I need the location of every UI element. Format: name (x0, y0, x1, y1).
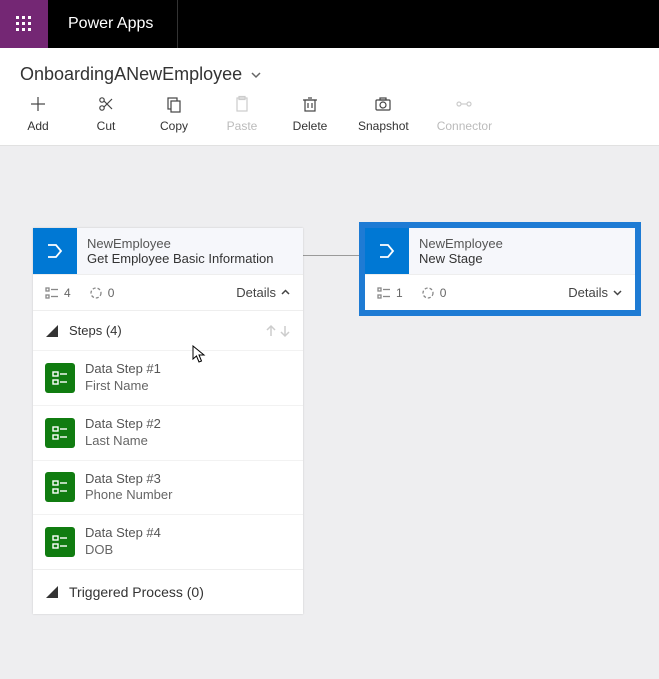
duration-count: 0 (440, 286, 447, 300)
chevron-up-icon (280, 287, 291, 298)
designer-canvas[interactable]: NewEmployee Get Employee Basic Informati… (0, 146, 659, 679)
cut-label: Cut (97, 119, 116, 133)
arrow-down-icon (279, 324, 291, 338)
stage-name: New Stage (419, 251, 625, 266)
connector-button: Connector (437, 95, 492, 133)
breadcrumb[interactable]: OnboardingANewEmployee (0, 48, 659, 95)
form-icon (45, 472, 75, 502)
step-text: Data Step #1 First Name (85, 361, 161, 395)
step-text: Data Step #3 Phone Number (85, 471, 172, 505)
rotation-icon (421, 286, 435, 300)
form-icon (45, 527, 75, 557)
process-name: OnboardingANewEmployee (20, 64, 242, 85)
scissors-icon (97, 95, 115, 113)
camera-icon (374, 95, 392, 113)
stage-connector-line (303, 255, 365, 256)
list-icon (45, 286, 59, 300)
add-label: Add (27, 119, 48, 133)
stage-card-1[interactable]: NewEmployee Get Employee Basic Informati… (33, 228, 303, 614)
trash-icon (301, 95, 319, 113)
step-text: Data Step #2 Last Name (85, 416, 161, 450)
chevron-down-icon (612, 287, 623, 298)
arrow-up-icon (265, 324, 277, 338)
toolbar: Add Cut Copy Paste Delete Snapshot Conne… (0, 95, 659, 146)
stage-header[interactable]: NewEmployee New Stage (365, 228, 635, 274)
connector-icon (455, 95, 473, 113)
paste-button: Paste (222, 95, 262, 133)
triangle-icon (45, 585, 59, 599)
copy-button[interactable]: Copy (154, 95, 194, 133)
snapshot-button[interactable]: Snapshot (358, 95, 409, 133)
steps-count: 4 (64, 286, 71, 300)
stage-meta-row: 4 0 Details (33, 274, 303, 310)
steps-count-item: 4 (45, 286, 71, 300)
list-icon (377, 286, 391, 300)
steps-count-item: 1 (377, 286, 403, 300)
triggered-process-row[interactable]: Triggered Process (0) (33, 569, 303, 614)
step-title: Data Step #4 (85, 525, 161, 542)
stage-card-2[interactable]: NewEmployee New Stage 1 0 Details (365, 228, 635, 310)
steps-section-header[interactable]: Steps (4) (33, 310, 303, 350)
reorder-arrows (265, 324, 291, 338)
form-icon (45, 363, 75, 393)
delete-label: Delete (293, 119, 328, 133)
step-title: Data Step #3 (85, 471, 172, 488)
rotation-icon (89, 286, 103, 300)
form-icon (45, 418, 75, 448)
paste-label: Paste (227, 119, 258, 133)
stage-entity: NewEmployee (419, 236, 625, 251)
step-row[interactable]: Data Step #1 First Name (33, 350, 303, 405)
duration-count: 0 (108, 286, 115, 300)
details-label: Details (236, 285, 276, 300)
stage-title-block: NewEmployee Get Employee Basic Informati… (77, 228, 303, 274)
stage-entity: NewEmployee (87, 236, 293, 251)
details-toggle[interactable]: Details (236, 285, 291, 300)
stage-chevron-icon (33, 228, 77, 274)
stage-meta-row: 1 0 Details (365, 274, 635, 310)
stage-header[interactable]: NewEmployee Get Employee Basic Informati… (33, 228, 303, 274)
app-header: Power Apps (0, 0, 659, 48)
step-field: Last Name (85, 433, 161, 450)
triangle-icon (45, 324, 59, 338)
copy-icon (165, 95, 183, 113)
duration-item: 0 (89, 286, 115, 300)
step-title: Data Step #1 (85, 361, 161, 378)
cut-button[interactable]: Cut (86, 95, 126, 133)
details-label: Details (568, 285, 608, 300)
plus-icon (29, 95, 47, 113)
step-field: Phone Number (85, 487, 172, 504)
step-row[interactable]: Data Step #2 Last Name (33, 405, 303, 460)
connector-label: Connector (437, 119, 492, 133)
chevron-down-icon (250, 69, 262, 81)
steps-header-label: Steps (4) (69, 323, 255, 338)
details-toggle[interactable]: Details (568, 285, 623, 300)
snapshot-label: Snapshot (358, 119, 409, 133)
step-text: Data Step #4 DOB (85, 525, 161, 559)
app-launcher-button[interactable] (0, 0, 48, 48)
stage-name: Get Employee Basic Information (87, 251, 293, 266)
step-row[interactable]: Data Step #4 DOB (33, 514, 303, 569)
steps-count: 1 (396, 286, 403, 300)
step-field: DOB (85, 542, 161, 559)
duration-item: 0 (421, 286, 447, 300)
app-title: Power Apps (48, 0, 178, 48)
delete-button[interactable]: Delete (290, 95, 330, 133)
stage-chevron-icon (365, 228, 409, 274)
copy-label: Copy (160, 119, 188, 133)
step-title: Data Step #2 (85, 416, 161, 433)
add-button[interactable]: Add (18, 95, 58, 133)
stage-title-block: NewEmployee New Stage (409, 228, 635, 274)
step-field: First Name (85, 378, 161, 395)
paste-icon (233, 95, 251, 113)
triggered-label: Triggered Process (0) (69, 584, 204, 600)
waffle-icon (16, 16, 32, 32)
step-row[interactable]: Data Step #3 Phone Number (33, 460, 303, 515)
